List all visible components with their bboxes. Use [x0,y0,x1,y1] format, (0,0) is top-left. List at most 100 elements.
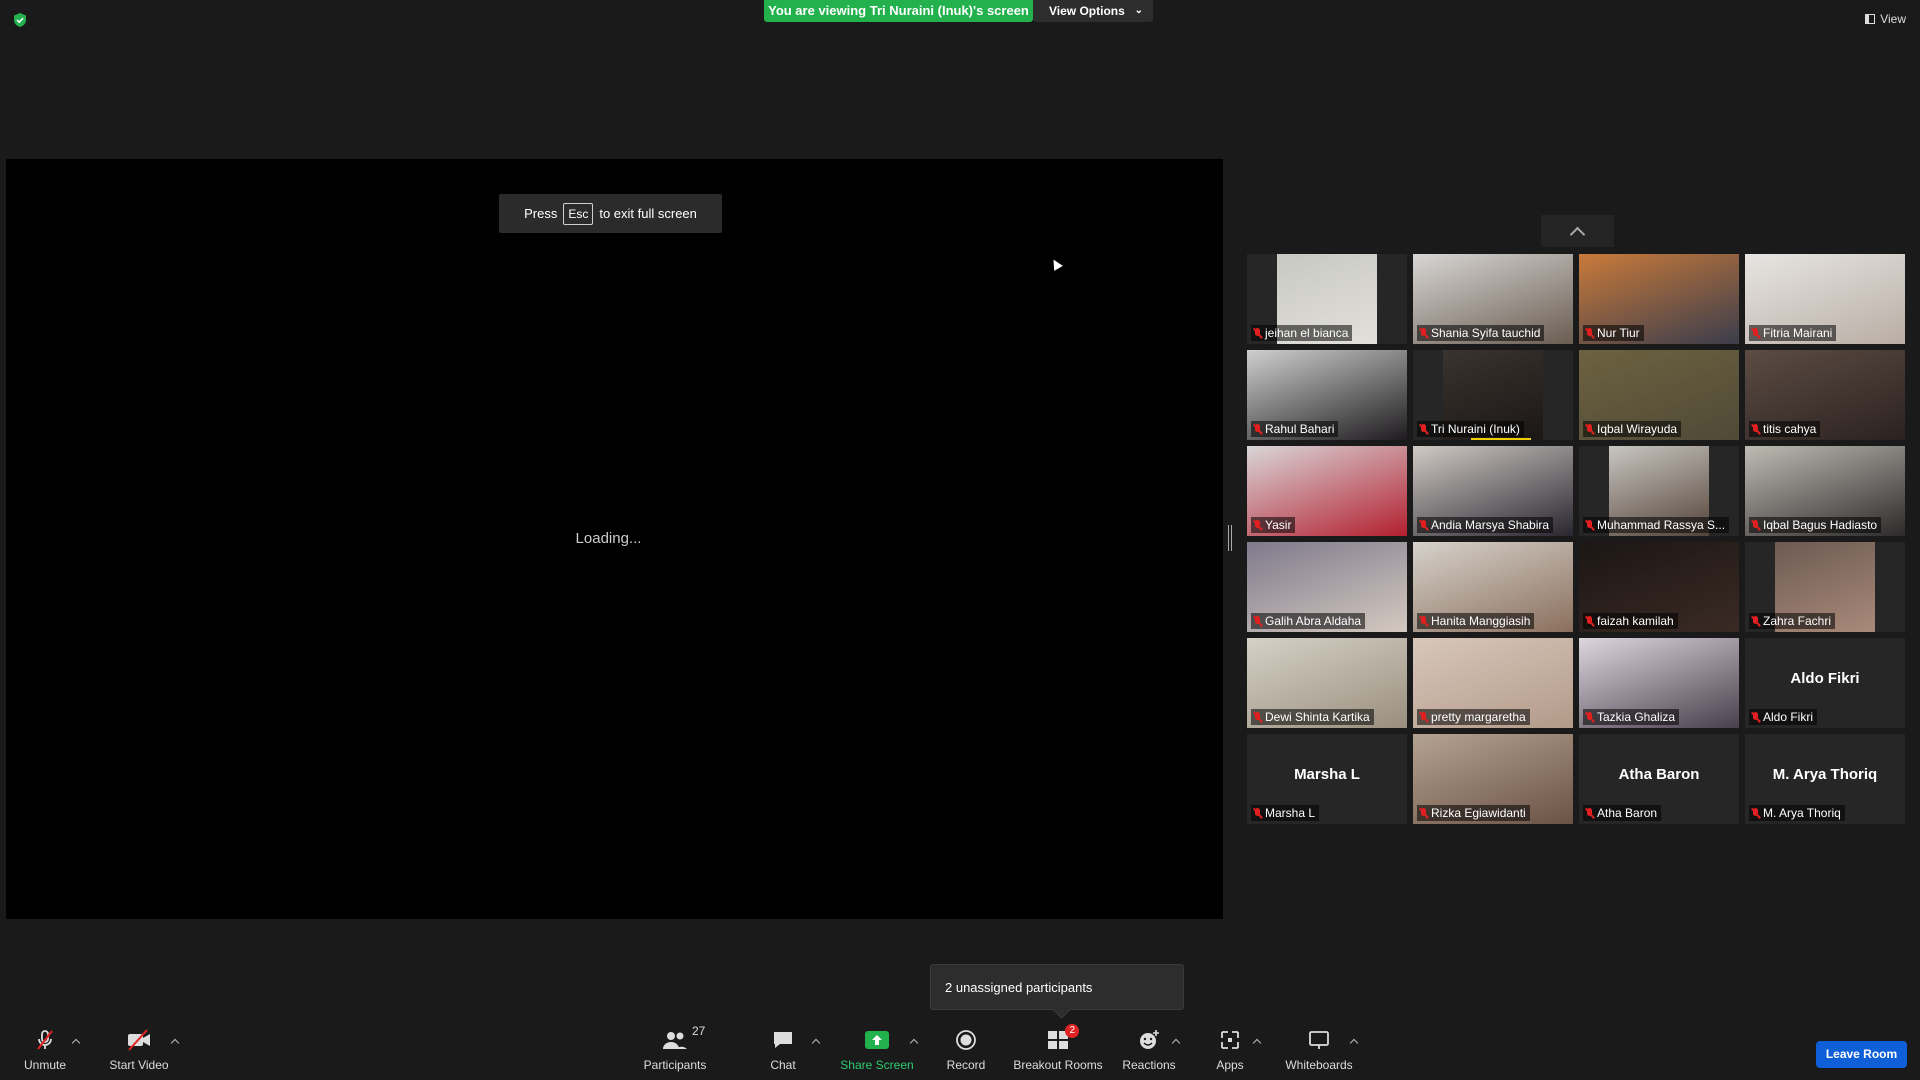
participant-tile[interactable]: Dewi Shinta Kartika [1247,638,1407,728]
participants-button[interactable]: 27 Participants [640,1022,710,1076]
participant-name: Marsha L [1265,806,1316,820]
participant-name: titis cahya [1763,422,1817,436]
unassigned-participants-popover[interactable]: 2 unassigned participants [930,964,1184,1010]
participant-tile[interactable]: Aldo Fikri Aldo Fikri [1745,638,1905,728]
chat-bubble-icon [770,1028,796,1052]
whiteboards-label: Whiteboards [1285,1058,1353,1072]
participant-name: Aldo Fikri [1763,710,1814,724]
participant-tile[interactable]: Iqbal Bagus Hadiasto [1745,446,1905,536]
video-options-caret[interactable] [172,1040,180,1048]
microphone-muted-icon [1752,711,1759,723]
breakout-rooms-button[interactable]: 2 Breakout Rooms [1013,1022,1103,1076]
participant-tile[interactable]: Yasir [1247,446,1407,536]
chat-options-caret[interactable] [813,1040,821,1048]
participant-tile[interactable]: Nur Tiur [1579,254,1739,344]
share-screen-options-caret[interactable] [911,1040,919,1048]
gallery-previous-page-button[interactable] [1541,215,1614,247]
whiteboards-button[interactable]: Whiteboards [1283,1022,1355,1076]
microphone-muted-icon [1254,711,1261,723]
participant-tile[interactable]: Marsha L Marsha L [1247,734,1407,824]
chevron-down-icon: ⌄ [1134,5,1143,16]
participant-name: Dewi Shinta Kartika [1265,710,1370,724]
participant-tile[interactable]: Zahra Fachri [1745,542,1905,632]
view-button[interactable]: View [1865,12,1906,26]
microphone-muted-icon [1254,519,1261,531]
participant-tile[interactable]: Galih Abra Aldaha [1247,542,1407,632]
apps-icon [1217,1028,1243,1052]
participant-tile[interactable]: faizah kamilah [1579,542,1739,632]
participant-tile[interactable]: Rahul Bahari [1247,350,1407,440]
participant-tile[interactable]: Tri Nuraini (Inuk) [1413,350,1573,440]
participant-name: pretty margaretha [1431,710,1526,724]
participant-tile[interactable]: Tazkia Ghaliza [1579,638,1739,728]
microphone-muted-icon [1752,615,1759,627]
participant-tile[interactable]: M. Arya Thoriq M. Arya Thoriq [1745,734,1905,824]
leave-room-button[interactable]: Leave Room [1816,1041,1907,1068]
active-speaker-indicator [1471,438,1531,440]
participant-name: Andia Marsya Shabira [1431,518,1550,532]
participant-tile[interactable]: Rizka Egiawidanti [1413,734,1573,824]
loading-text: Loading... [575,530,642,547]
participant-name-label: Tazkia Ghaliza [1583,709,1680,725]
participant-name: Tazkia Ghaliza [1597,710,1676,724]
participant-tile[interactable]: Muhammad Rassya S... [1579,446,1739,536]
microphone-muted-icon [1586,423,1593,435]
participant-name-label: Aldo Fikri [1749,709,1818,725]
whiteboards-options-caret[interactable] [1351,1040,1359,1048]
microphone-muted-icon [1420,423,1427,435]
view-options-dropdown[interactable]: View Options ⌄ [1033,0,1153,22]
participant-name: Muhammad Rassya S... [1597,518,1726,532]
participant-name-label: Iqbal Wirayuda [1583,421,1682,437]
reactions-button[interactable]: Reactions [1122,1022,1176,1076]
participant-tile[interactable]: Shania Syifa tauchid [1413,254,1573,344]
security-shield-icon[interactable] [12,12,28,28]
reactions-label: Reactions [1122,1058,1176,1072]
start-video-button[interactable]: Start Video [106,1022,172,1076]
participant-name: jeihan el bianca [1265,326,1349,340]
view-options-label: View Options [1049,4,1125,18]
participant-tile[interactable]: pretty margaretha [1413,638,1573,728]
participant-name-label: Marsha L [1251,805,1320,821]
microphone-muted-icon [1586,615,1593,627]
participant-name: Fitria Mairani [1763,326,1833,340]
participant-name-label: Fitria Mairani [1749,325,1837,341]
participant-display-name: Atha Baron [1618,766,1700,783]
microphone-muted-icon [1254,423,1261,435]
reactions-options-caret[interactable] [1173,1040,1181,1048]
microphone-muted-icon [1752,519,1759,531]
participant-name: Atha Baron [1597,806,1658,820]
participant-name-label: Rahul Bahari [1251,421,1339,437]
participants-label: Participants [643,1058,707,1072]
participant-tile[interactable]: Atha Baron Atha Baron [1579,734,1739,824]
share-screen-button[interactable]: Share Screen [839,1022,915,1076]
apps-button[interactable]: Apps [1213,1022,1247,1076]
participant-name: Yasir [1265,518,1292,532]
esc-hint-prefix: Press [524,206,558,221]
participant-name-label: pretty margaretha [1417,709,1530,725]
participant-tile[interactable]: Iqbal Wirayuda [1579,350,1739,440]
participant-tile[interactable]: Andia Marsya Shabira [1413,446,1573,536]
microphone-muted-icon [1752,327,1759,339]
participant-name-label: Hanita Manggiasih [1417,613,1535,629]
microphone-muted-icon [1420,807,1427,819]
view-button-label: View [1880,12,1906,26]
participant-tile[interactable]: jeihan el bianca [1247,254,1407,344]
participant-tile[interactable]: Fitria Mairani [1745,254,1905,344]
chevron-up-icon [1569,226,1586,242]
apps-options-caret[interactable] [1254,1040,1262,1048]
microphone-muted-icon [1586,327,1593,339]
participant-name-label: Zahra Fachri [1749,613,1836,629]
record-button[interactable]: Record [945,1022,987,1076]
participant-display-name: M. Arya Thoriq [1772,766,1878,783]
video-off-icon [126,1028,152,1052]
chat-button[interactable]: Chat [763,1022,803,1076]
panel-splitter-handle[interactable] [1228,525,1232,551]
share-screen-label: Share Screen [840,1058,914,1072]
unmute-button[interactable]: Unmute [20,1022,70,1076]
participant-tile[interactable]: Hanita Manggiasih [1413,542,1573,632]
participant-tile[interactable]: titis cahya [1745,350,1905,440]
share-screen-arrow-icon [864,1028,890,1052]
audio-options-caret[interactable] [73,1040,81,1048]
record-icon [953,1028,979,1052]
participant-name-label: titis cahya [1749,421,1821,437]
